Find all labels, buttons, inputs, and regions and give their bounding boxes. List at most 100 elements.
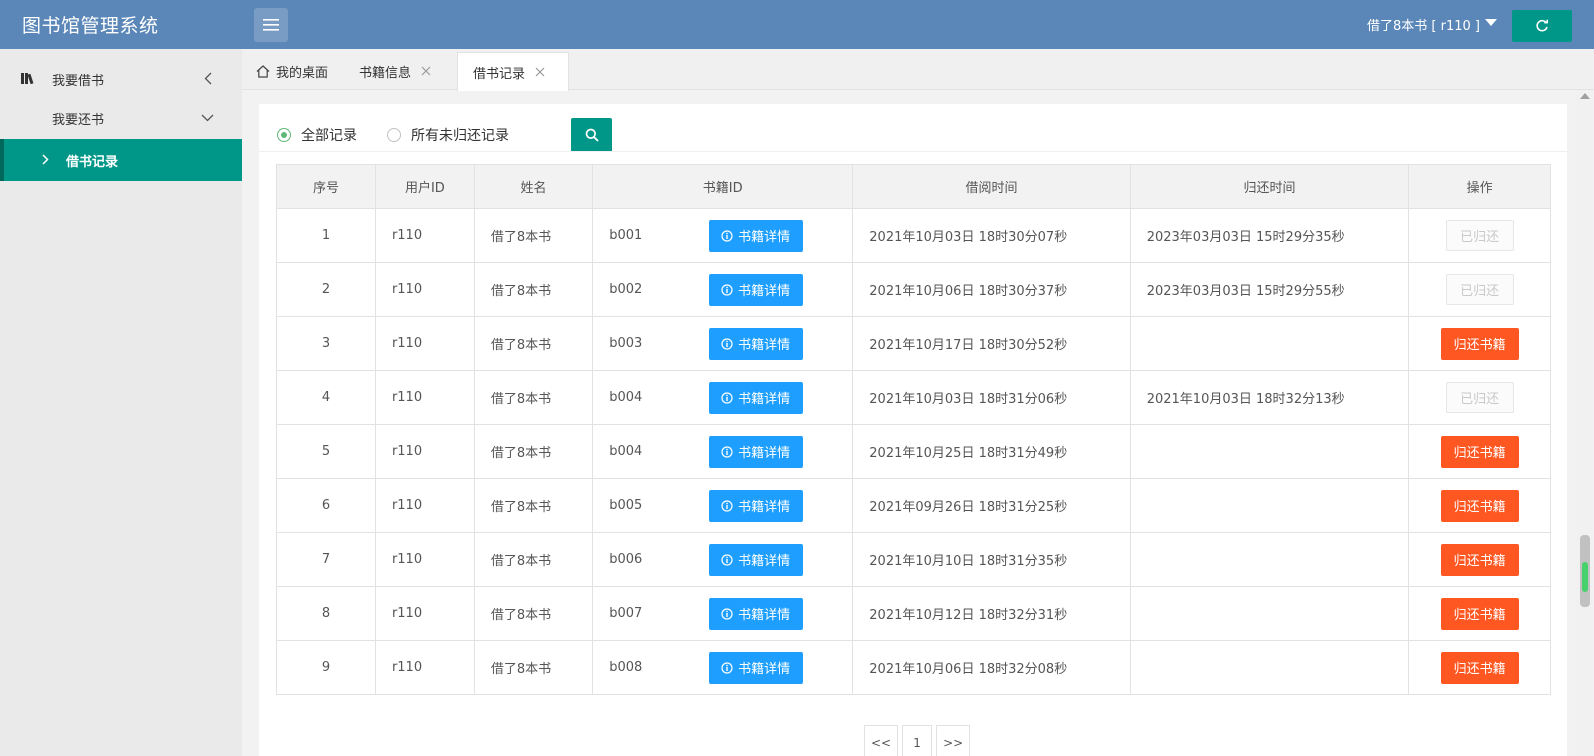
- radio-label: 全部记录: [301, 128, 357, 144]
- info-icon: [721, 445, 733, 458]
- menu-toggle-button[interactable]: [254, 8, 288, 42]
- cell-book-id: b008: [592, 640, 693, 695]
- book-detail-button[interactable]: 书籍详情: [708, 435, 803, 468]
- cell-name: 借了8本书: [473, 316, 594, 371]
- cell-name: 借了8本书: [473, 532, 594, 587]
- table-row: 5 r110 借了8本书 b004 书籍详情 2021年10月25日 18时31分49秒 归…: [276, 424, 1551, 479]
- cell-name: 借了8本书: [473, 424, 594, 479]
- returned-button: 已归还: [1445, 220, 1514, 251]
- radio-unchecked-icon: [387, 128, 401, 142]
- info-icon: [721, 229, 733, 242]
- return-book-button[interactable]: 归还书籍: [1440, 543, 1519, 576]
- column-header: 用户ID: [374, 164, 475, 209]
- return-book-button[interactable]: 归还书籍: [1440, 327, 1519, 360]
- table-row: 1 r110 借了8本书 b001 书籍详情 2021年10月03日 18时30分07秒 2…: [276, 208, 1551, 263]
- button-label: 书籍详情: [738, 500, 791, 515]
- chevron-right-icon: [42, 154, 49, 165]
- tab-borrow-records[interactable]: 借书记录: [457, 52, 569, 91]
- cell-book-detail: 书籍详情: [692, 370, 854, 425]
- cell-book-detail: 书籍详情: [692, 478, 854, 533]
- cell-no: 1: [276, 208, 376, 263]
- cell-return-time: [1129, 478, 1410, 533]
- book-detail-button[interactable]: 书籍详情: [708, 489, 803, 522]
- book-detail-button[interactable]: 书籍详情: [708, 219, 803, 252]
- cell-action: 已归还: [1408, 262, 1551, 317]
- cell-book-id: b003: [592, 316, 693, 371]
- info-icon: [721, 661, 733, 674]
- column-header: 序号: [276, 164, 376, 209]
- button-label: 书籍详情: [738, 338, 791, 353]
- pagination-next-button[interactable]: >>: [936, 725, 971, 756]
- table-row: 4 r110 借了8本书 b004 书籍详情 2021年10月03日 18时31分06秒 2…: [276, 370, 1551, 425]
- cell-user-id: r110: [374, 208, 475, 263]
- cell-book-id: b004: [592, 424, 693, 479]
- button-label: 书籍详情: [738, 608, 791, 623]
- button-label: 书籍详情: [738, 554, 791, 569]
- radio-checked-icon: [277, 128, 291, 142]
- scroll-up-arrow-icon[interactable]: [1580, 93, 1590, 99]
- cell-book-id: b004: [592, 370, 693, 425]
- sidebar: 我要借书 我要还书 借书记录: [0, 49, 242, 756]
- info-icon: [721, 553, 733, 566]
- cell-name: 借了8本书: [473, 262, 594, 317]
- book-detail-button[interactable]: 书籍详情: [708, 273, 803, 306]
- sidebar-item-borrow[interactable]: 我要借书: [0, 58, 242, 100]
- cell-book-detail: 书籍详情: [692, 586, 854, 641]
- table-row: 6 r110 借了8本书 b005 书籍详情 2021年09月26日 18时31分25秒 归…: [276, 478, 1551, 533]
- book-detail-button[interactable]: 书籍详情: [708, 543, 803, 576]
- book-detail-button[interactable]: 书籍详情: [708, 651, 803, 684]
- book-detail-button[interactable]: 书籍详情: [708, 597, 803, 630]
- cell-user-id: r110: [374, 370, 475, 425]
- cell-action: 归还书籍: [1408, 532, 1551, 587]
- cell-book-detail: 书籍详情: [692, 208, 854, 263]
- top-header: 图书馆管理系统 借了8本书 [ r110 ]: [0, 0, 1594, 49]
- pagination-page-1[interactable]: 1: [902, 725, 933, 756]
- cell-action: 归还书籍: [1408, 424, 1551, 479]
- book-detail-button[interactable]: 书籍详情: [708, 381, 803, 414]
- divider: [259, 151, 1567, 152]
- return-book-button[interactable]: 归还书籍: [1440, 651, 1519, 684]
- sidebar-item-return[interactable]: 我要还书: [0, 97, 242, 139]
- return-book-button[interactable]: 归还书籍: [1440, 489, 1519, 522]
- cell-return-time: [1129, 316, 1410, 371]
- cell-action: 归还书籍: [1408, 316, 1551, 371]
- cell-borrow-time: 2021年09月26日 18时31分25秒: [852, 478, 1131, 533]
- refresh-button[interactable]: [1512, 10, 1572, 42]
- scrollbar-accent: [1582, 562, 1588, 592]
- cell-return-time: 2021年10月03日 18时32分13秒: [1129, 370, 1410, 425]
- column-header: 借阅时间: [852, 164, 1131, 209]
- cell-action: 归还书籍: [1408, 478, 1551, 533]
- scrollbar[interactable]: [1576, 90, 1594, 756]
- search-icon: [585, 128, 599, 142]
- radio-label: 所有未归还记录: [411, 128, 509, 144]
- return-book-button[interactable]: 归还书籍: [1440, 597, 1519, 630]
- sidebar-item-borrow-records[interactable]: 借书记录: [0, 139, 242, 181]
- filter-bar: 全部记录 所有未归还记录: [277, 118, 612, 152]
- cell-return-time: [1129, 640, 1410, 695]
- cell-name: 借了8本书: [473, 370, 594, 425]
- chevron-down-icon: [201, 114, 214, 122]
- close-icon[interactable]: [535, 67, 545, 77]
- button-label: 书籍详情: [738, 284, 791, 299]
- cell-return-time: [1129, 532, 1410, 587]
- tab-label: 书籍信息: [359, 65, 412, 81]
- cell-no: 3: [276, 316, 376, 371]
- cell-user-id: r110: [374, 478, 475, 533]
- info-icon: [721, 283, 733, 296]
- table-row: 2 r110 借了8本书 b002 书籍详情 2021年10月06日 18时30分37秒 2…: [276, 262, 1551, 317]
- return-book-button[interactable]: 归还书籍: [1440, 435, 1519, 468]
- cell-no: 4: [276, 370, 376, 425]
- radio-unreturned-records[interactable]: 所有未归还记录: [387, 125, 509, 145]
- book-detail-button[interactable]: 书籍详情: [708, 327, 803, 360]
- table-header-row: 序号 用户ID 姓名 书籍ID 借阅时间 归还时间 操作: [276, 164, 1551, 209]
- user-menu[interactable]: 借了8本书 [ r110 ]: [1367, 15, 1497, 34]
- refresh-icon: [1536, 19, 1548, 32]
- tab-book-info[interactable]: 书籍信息: [359, 52, 431, 90]
- tab-desktop[interactable]: 我的桌面: [256, 52, 328, 90]
- close-icon[interactable]: [421, 66, 431, 76]
- search-button[interactable]: [571, 118, 612, 152]
- radio-all-records[interactable]: 全部记录: [277, 125, 357, 145]
- cell-no: 5: [276, 424, 376, 479]
- pagination-prev-button[interactable]: <<: [864, 725, 899, 756]
- returned-button: 已归还: [1445, 382, 1514, 413]
